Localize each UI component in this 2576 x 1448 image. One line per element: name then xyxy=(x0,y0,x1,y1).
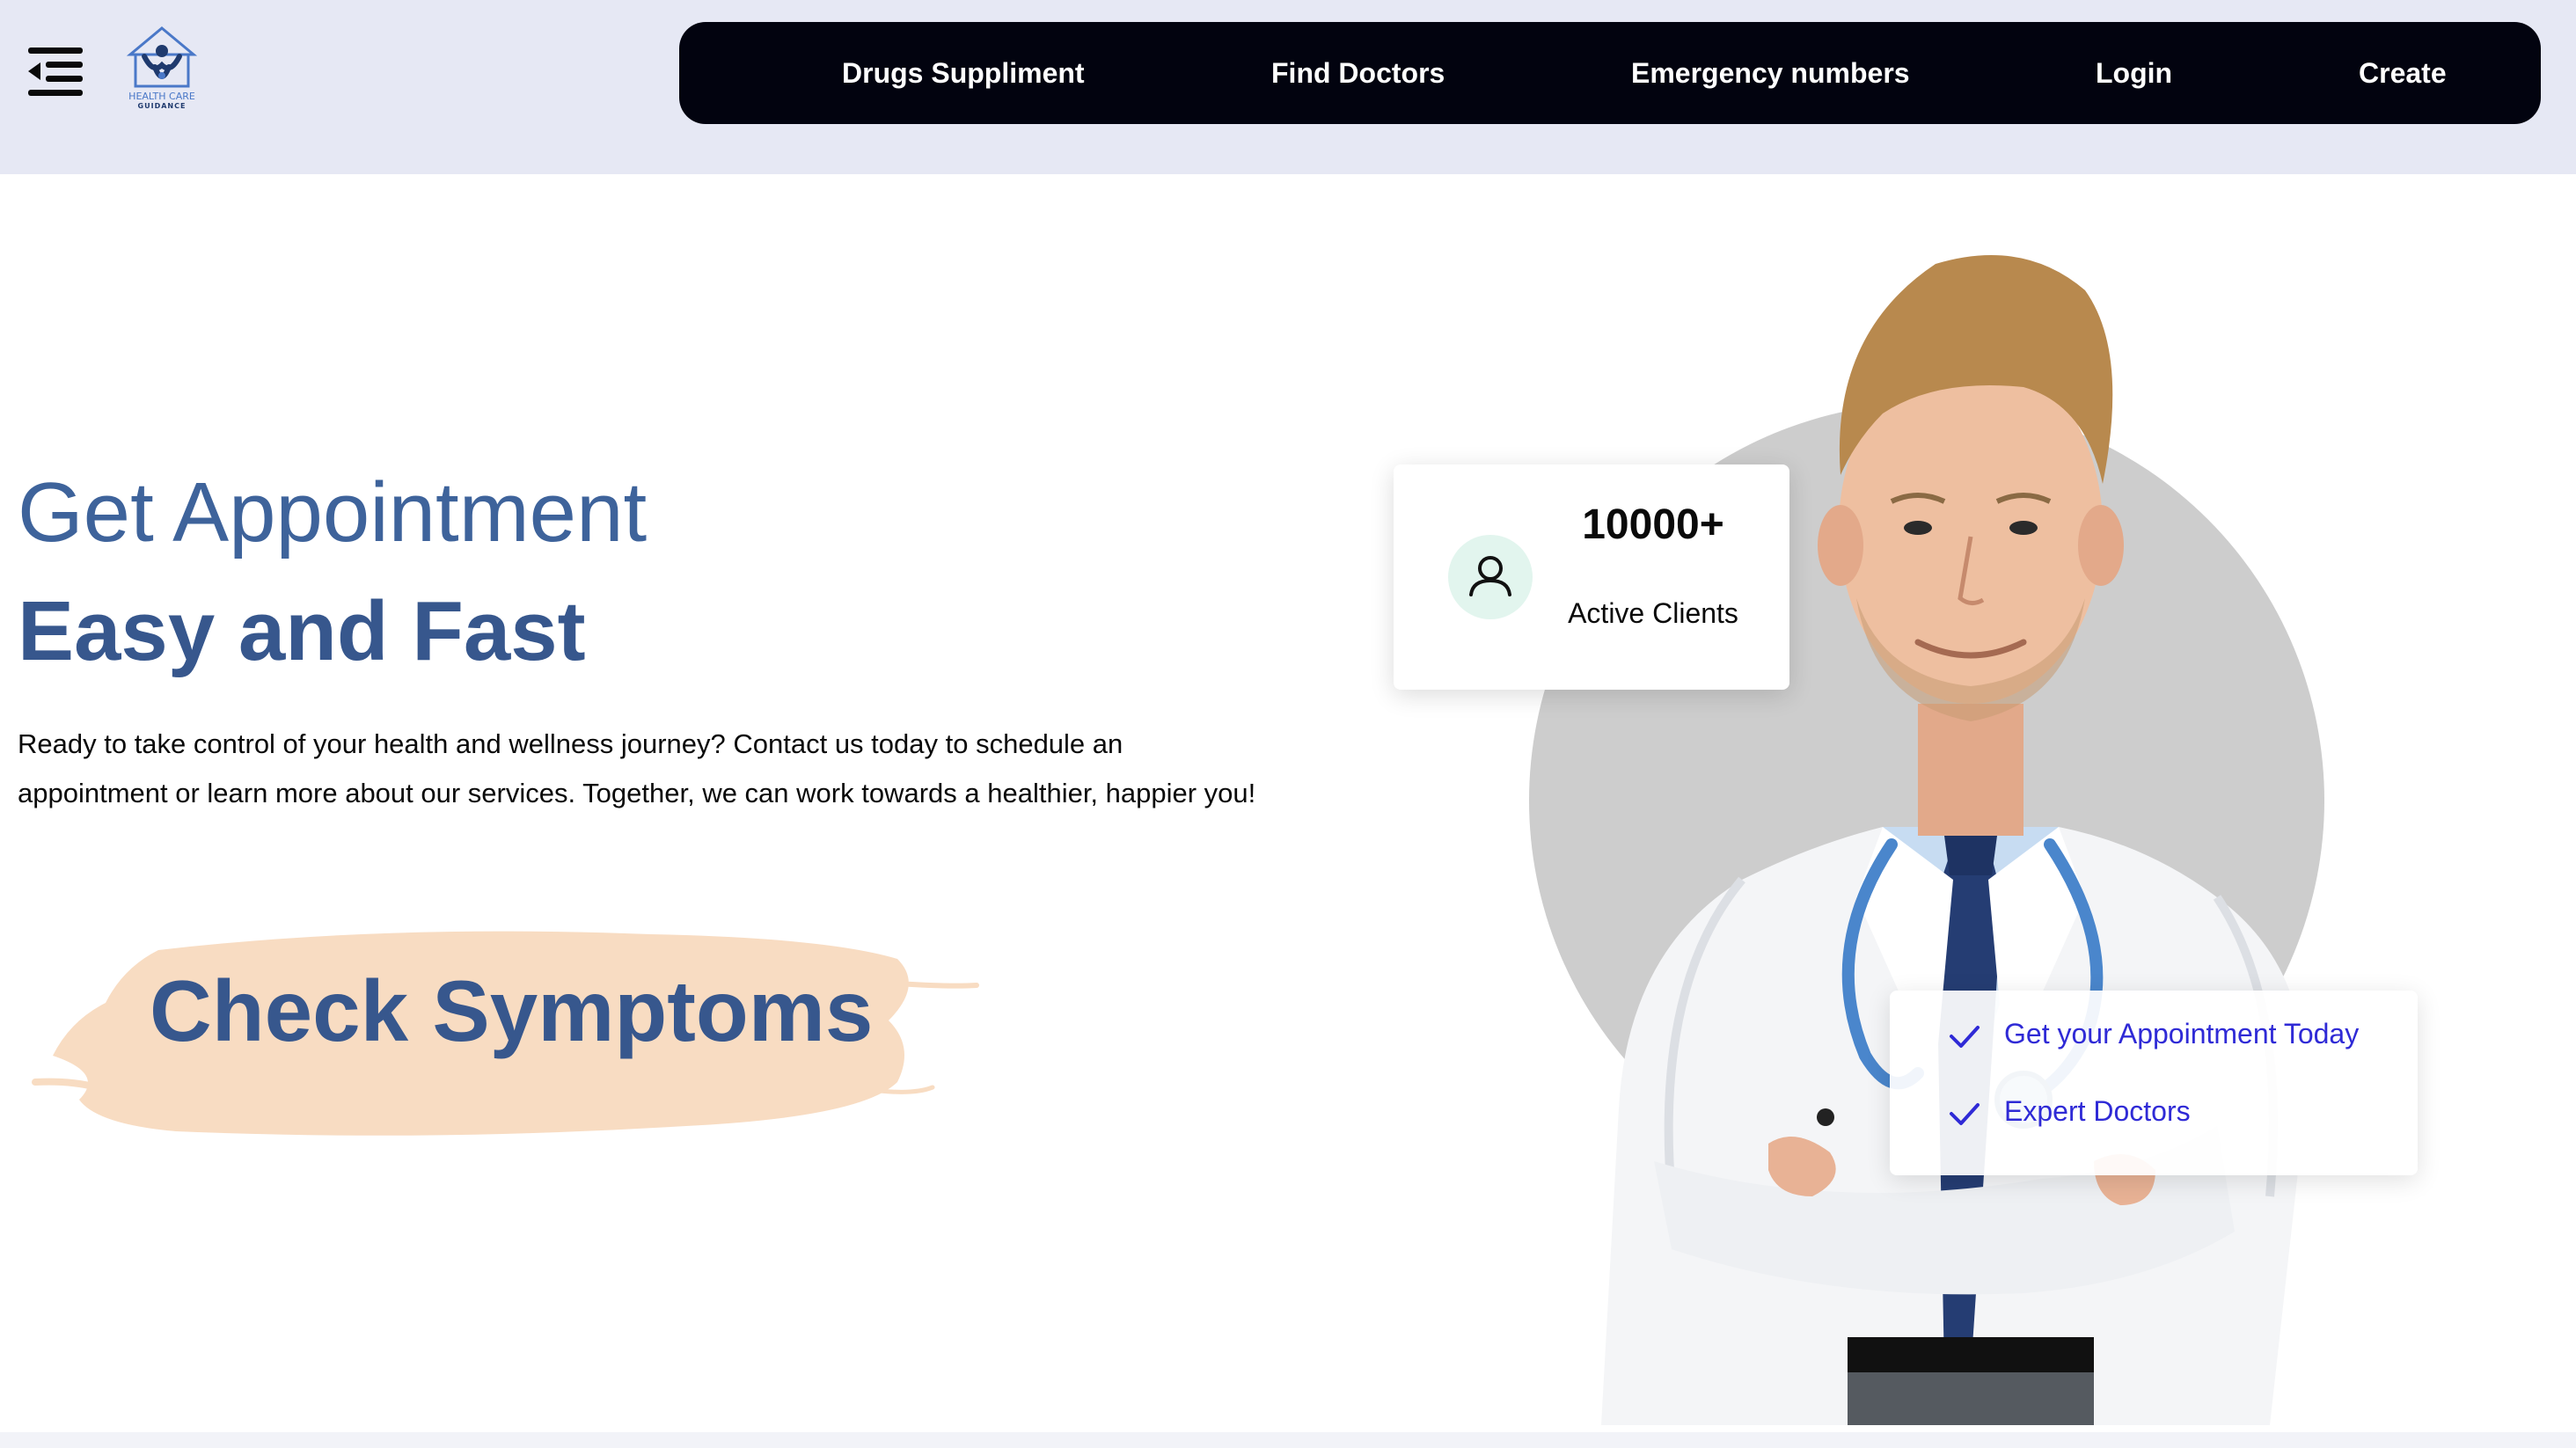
hero-title-line1: Get Appointment xyxy=(18,465,648,559)
hero-description: Ready to take control of your health and… xyxy=(18,728,1256,808)
top-header: HEALTH CARE GUIDANCE Drugs Suppliment Fi… xyxy=(0,0,2576,174)
nav-emergency-numbers[interactable]: Emergency numbers xyxy=(1631,22,1910,124)
logo-text-line1: HEALTH CARE xyxy=(128,91,195,102)
feature-text: Expert Doctors xyxy=(2004,1095,2191,1127)
user-icon xyxy=(1469,556,1511,596)
stat-icon-circle xyxy=(1448,535,1533,619)
hero-title-line2: Easy and Fast xyxy=(18,584,586,678)
stat-label: Active Clients xyxy=(1568,597,1738,629)
page-bottom-edge xyxy=(0,1432,2576,1448)
nav-create[interactable]: Create xyxy=(2359,22,2447,124)
logo-emblem-icon xyxy=(126,26,198,88)
main-nav: Drugs Suppliment Find Doctors Emergency … xyxy=(679,22,2541,124)
page: HEALTH CARE GUIDANCE Drugs Suppliment Fi… xyxy=(0,0,2576,1448)
nav-drugs-suppliment[interactable]: Drugs Suppliment xyxy=(842,22,1085,124)
stat-number: 10000+ xyxy=(1582,501,1724,548)
checkmark-icon xyxy=(1950,1103,1980,1125)
feature-text: Get your Appointment Today xyxy=(2004,1018,2360,1049)
active-clients-card: 10000+ Active Clients xyxy=(1394,464,1789,690)
brand-logo[interactable]: HEALTH CARE GUIDANCE xyxy=(118,25,206,114)
checkmark-icon xyxy=(1950,1026,1980,1048)
doctor-illustration xyxy=(1529,255,2324,1425)
features-card: Get your Appointment Today Expert Doctor… xyxy=(1890,991,2418,1175)
menu-collapse-icon[interactable] xyxy=(26,44,84,102)
nav-login[interactable]: Login xyxy=(2096,22,2172,124)
nav-find-doctors[interactable]: Find Doctors xyxy=(1271,22,1445,124)
check-symptoms-button[interactable]: Check Symptoms xyxy=(150,968,873,1054)
logo-text-line2: GUIDANCE xyxy=(137,102,187,110)
